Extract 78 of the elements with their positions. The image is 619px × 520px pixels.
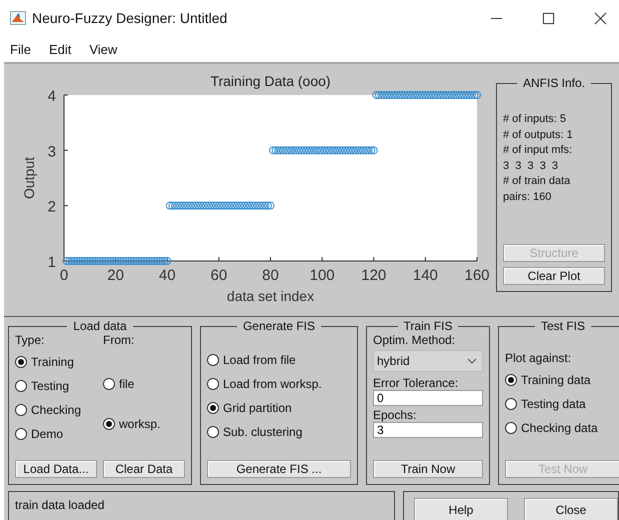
app-icon (10, 10, 26, 26)
radio-button[interactable] (103, 418, 115, 430)
info-line: 3 3 3 3 3 (503, 158, 560, 174)
group-title: Load data (72, 319, 128, 333)
radio-button[interactable] (103, 378, 115, 390)
radio-label: file (119, 377, 134, 391)
panel-button[interactable]: Clear Data (103, 460, 185, 478)
status-box: train data loaded (8, 491, 395, 520)
maximize-icon[interactable] (542, 12, 555, 24)
radio-label: Checking data (521, 421, 598, 435)
group-title: ANFIS Info. (522, 76, 586, 90)
x-axis-label: data set index (226, 288, 314, 304)
radio-label: Training (31, 355, 74, 369)
x-tick-label: 160 (464, 267, 490, 284)
radio-label: Load from file (223, 353, 296, 367)
radio-button[interactable] (15, 404, 27, 416)
radio-button[interactable] (505, 398, 517, 410)
group-title: Train FIS (402, 319, 454, 333)
y-tick-label: 4 (48, 88, 56, 105)
radio-label: Testing data (521, 397, 586, 411)
menu-item[interactable]: View (89, 42, 118, 56)
field-label: Plot against: (505, 351, 572, 365)
group-title: Generate FIS (242, 319, 316, 333)
info-line: # of train data (503, 174, 572, 189)
train-button[interactable]: Train Now (373, 460, 483, 478)
y-axis-label: Output (21, 156, 37, 200)
radio-button[interactable] (207, 354, 219, 366)
x-tick-label: 40 (158, 267, 176, 284)
radio-button[interactable] (505, 422, 517, 434)
window-title: Neuro-Fuzzy Designer: Untitled (32, 10, 228, 26)
field-label: From: (103, 333, 136, 347)
radio-button[interactable] (207, 378, 219, 390)
radio-button[interactable] (15, 356, 27, 368)
radio-label: Testing (31, 379, 70, 393)
radio-label: Demo (31, 427, 64, 441)
input-field[interactable]: 0 (373, 390, 483, 406)
radio-button[interactable] (15, 428, 27, 440)
close-icon[interactable] (594, 12, 607, 24)
radio-label: Load from worksp. (223, 377, 322, 391)
x-tick-label: 80 (262, 267, 279, 284)
y-tick-label: 2 (48, 198, 56, 216)
info-line: # of inputs: 5 (503, 112, 567, 127)
field-label: Error Tolerance: (373, 376, 460, 390)
field-label: Type: (15, 333, 46, 347)
generate-button[interactable]: Generate FIS ... (207, 460, 351, 478)
x-tick-label: 140 (412, 267, 438, 284)
group-title: Test FIS (540, 319, 586, 333)
radio-label: Grid partition (223, 401, 292, 415)
x-tick-label: 0 (60, 267, 68, 284)
dialog-button[interactable]: Close (524, 498, 618, 520)
panel-button[interactable]: Load Data... (15, 460, 97, 478)
method-dropdown[interactable]: hybrid (373, 350, 483, 372)
x-tick-label: 20 (107, 267, 124, 284)
chart-title: Training Data (ooo) (210, 73, 331, 89)
x-tick-label: 120 (361, 267, 386, 284)
info-line: # of outputs: 1 (503, 128, 574, 142)
y-tick-label: 3 (48, 143, 56, 160)
radio-button[interactable] (207, 402, 219, 414)
radio-label: worksp. (119, 417, 160, 431)
menu-item[interactable]: File (10, 42, 31, 56)
radio-label: Training data (521, 373, 591, 387)
x-tick-label: 60 (210, 267, 228, 284)
field-label: Optim. Method: (373, 333, 456, 347)
input-field[interactable]: 3 (373, 422, 483, 438)
info-line: # of input mfs: (503, 143, 574, 158)
radio-button[interactable] (505, 374, 517, 386)
y-tick-label: 1 (48, 254, 56, 271)
field-label: Epochs: (373, 408, 418, 422)
radio-label: Sub. clustering (223, 425, 302, 439)
menu-item[interactable]: Edit (48, 42, 72, 56)
x-tick-label: 100 (310, 267, 335, 284)
info-line: pairs: 160 (503, 190, 552, 204)
chevron-down-icon (467, 358, 477, 364)
radio-button[interactable] (15, 380, 27, 392)
dialog-button[interactable]: Help (414, 498, 508, 520)
radio-label: Checking (31, 403, 82, 417)
radio-button[interactable] (207, 426, 219, 438)
panel-button[interactable]: Clear Plot (503, 267, 605, 285)
